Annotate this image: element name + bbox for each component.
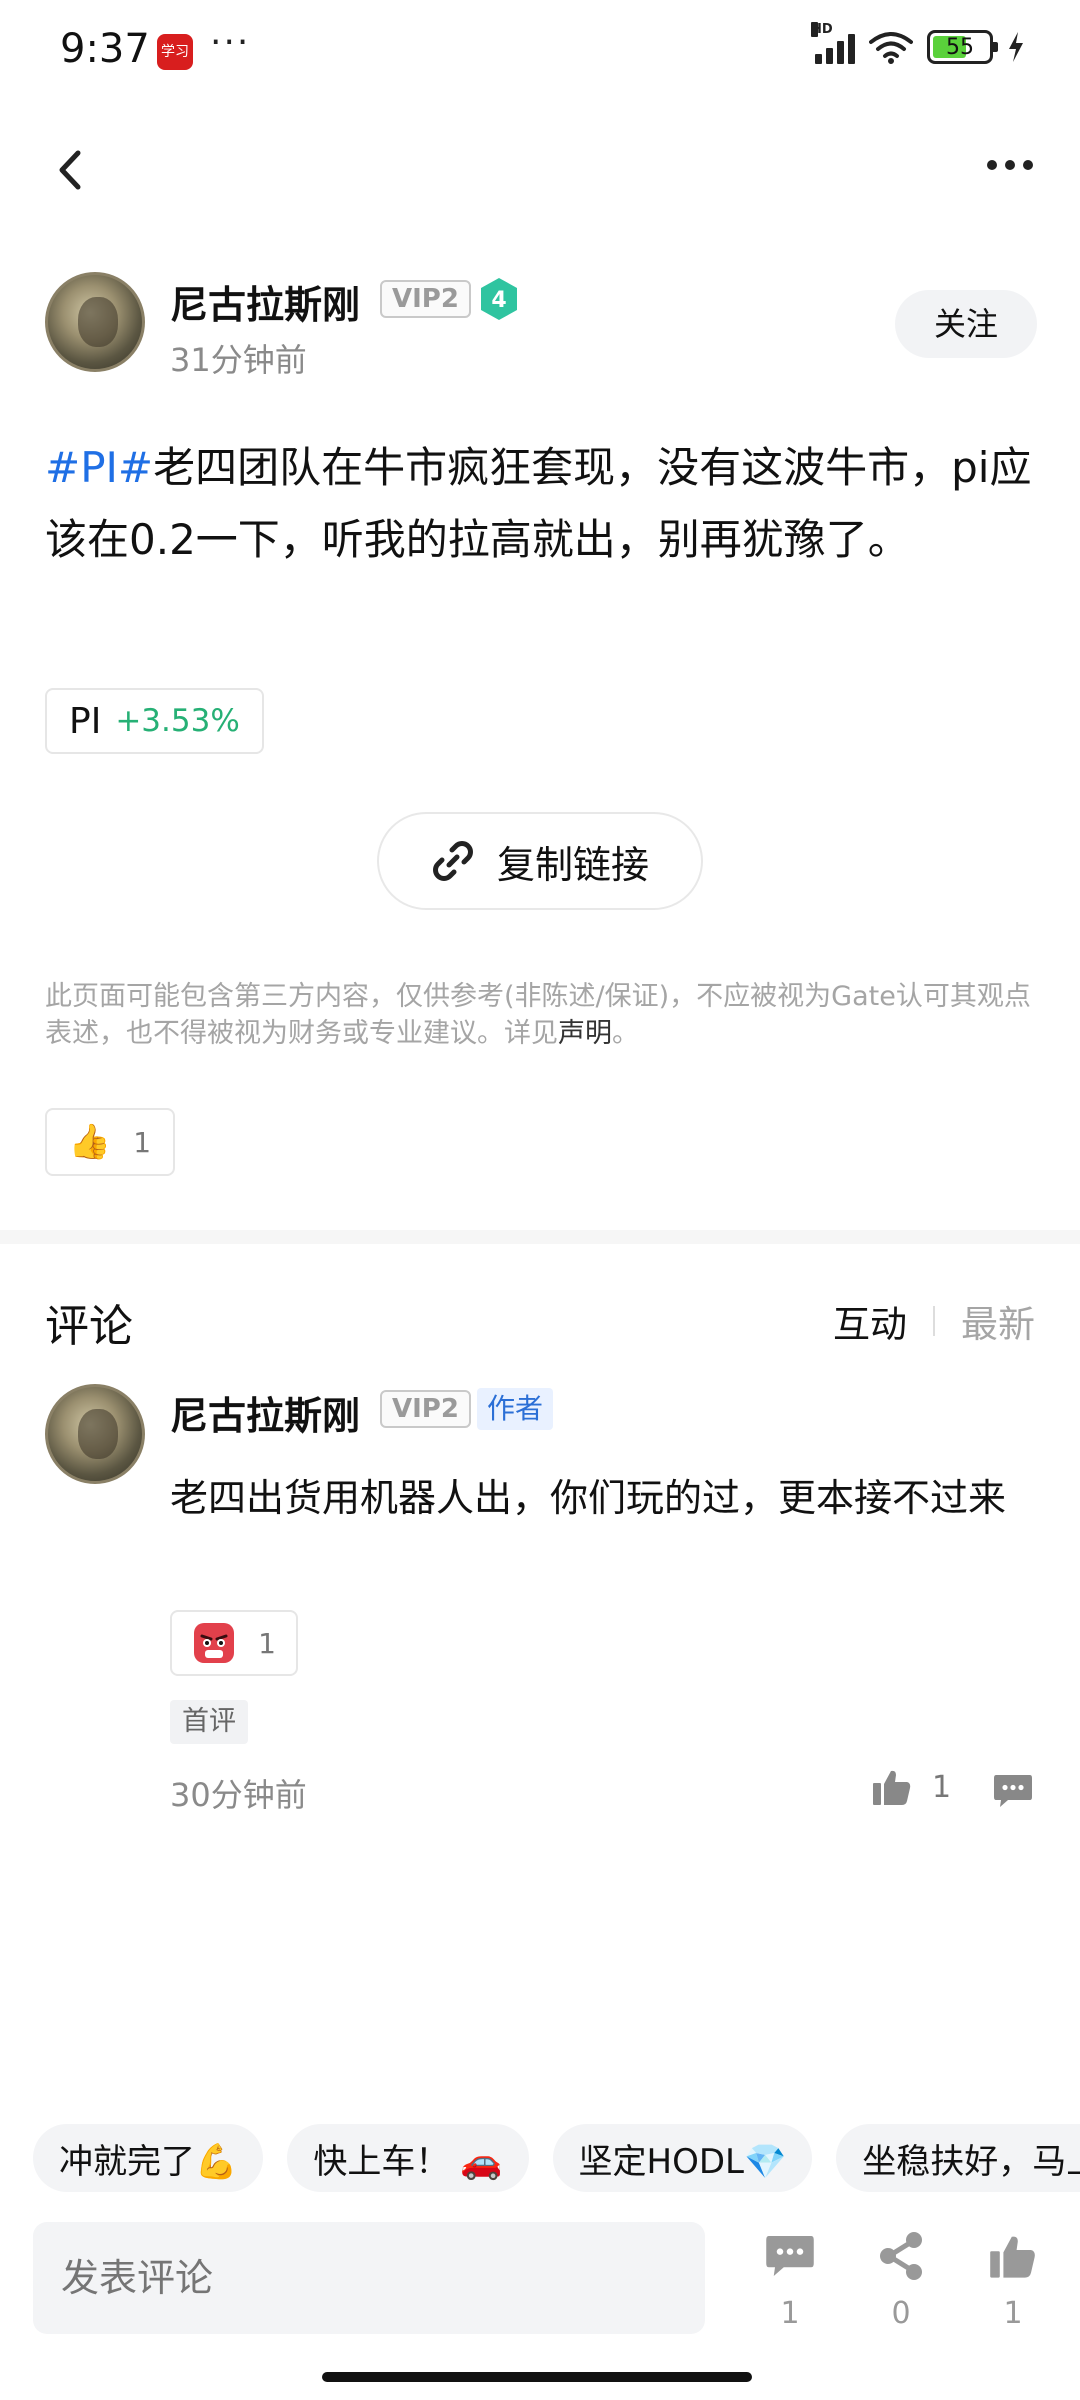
likes-count: 1 — [1003, 2296, 1023, 2331]
author-avatar[interactable] — [45, 272, 145, 372]
post-reaction-chip[interactable]: 👍 1 — [45, 1108, 175, 1176]
wifi-icon — [869, 32, 913, 64]
comments-action[interactable]: 1 — [755, 2226, 825, 2331]
follow-button[interactable]: 关注 — [895, 290, 1037, 358]
comment-bubble-icon — [766, 2236, 814, 2276]
comments-title: 评论 — [45, 1301, 133, 1352]
charging-icon — [1009, 32, 1023, 62]
quick-reply-row: 冲就完了💪 快上车！ 🚗 坚定HODL💎 坐稳扶好，马上起飞 — [33, 2124, 1080, 2192]
link-icon — [433, 841, 473, 881]
disclaimer-text: 此页面可能包含第三方内容，仅供参考(非陈述/保证)，不应被视为Gate认可其观点… — [45, 981, 1031, 1049]
svg-text:4: 4 — [491, 288, 506, 313]
copy-link-button[interactable]: 复制链接 — [377, 812, 703, 910]
more-dot-icon — [1005, 160, 1015, 170]
quick-reply-chip[interactable]: 坐稳扶好，马上起飞 — [836, 2124, 1080, 2192]
comment-reply-button[interactable] — [993, 1773, 1033, 1813]
comment-vip-badge: VIP2 — [380, 1390, 471, 1428]
level-badge: 4 — [479, 277, 519, 321]
comment-bubble-icon — [994, 1775, 1032, 1807]
more-notifications-icon: ··· — [210, 22, 251, 63]
battery-level: 55 — [946, 34, 974, 60]
comment-text: 老四出货用机器人出，你们玩的过，更本接不过来 — [170, 1476, 1007, 1520]
thumbs-up-icon — [873, 1770, 911, 1805]
comment-author-name[interactable]: 尼古拉斯刚 — [170, 1385, 360, 1440]
disclaimer-end: 。 — [612, 1018, 639, 1049]
post-reaction-count: 1 — [133, 1125, 152, 1159]
comment-like-button[interactable]: 1 — [872, 1768, 951, 1806]
more-options-button[interactable] — [980, 150, 1040, 180]
status-time: 9:37 — [60, 26, 150, 72]
comment-avatar[interactable] — [45, 1384, 145, 1484]
first-comment-tag: 首评 — [170, 1700, 248, 1744]
more-dot-icon — [987, 160, 997, 170]
comment-time: 30分钟前 — [170, 1776, 307, 1814]
share-action[interactable]: 0 — [866, 2226, 936, 2331]
comment-like-count: 1 — [932, 1769, 952, 1805]
post-content: #PI#老四团队在牛市疯狂套现，没有这波牛市，pi应该在0.2一下，听我的拉高就… — [45, 432, 1045, 576]
comment-reaction-count: 1 — [258, 1626, 276, 1660]
vip-badge: VIP2 — [380, 280, 471, 318]
status-indicators: HD 55 — [811, 22, 1025, 64]
back-button[interactable] — [50, 145, 90, 195]
disclaimer: 此页面可能包含第三方内容，仅供参考(非陈述/保证)，不应被视为Gate认可其观点… — [45, 978, 1045, 1052]
network-type: HD — [811, 22, 833, 37]
like-action[interactable]: 1 — [978, 2226, 1048, 2331]
copy-link-label: 复制链接 — [496, 842, 649, 887]
hashtag-link[interactable]: #PI# — [45, 443, 153, 492]
app-notification-icon: 学习 — [157, 34, 193, 70]
quick-reply-chip[interactable]: 冲就完了💪 — [33, 2124, 264, 2192]
author-tag: 作者 — [477, 1388, 554, 1430]
tab-separator — [933, 1306, 935, 1336]
shares-count: 0 — [891, 2296, 911, 2331]
comment-sort-tabs: 互动 最新 — [833, 1294, 1035, 1348]
comments-count: 1 — [780, 2296, 800, 2331]
battery-icon: 55 — [927, 30, 998, 64]
more-dot-icon — [1023, 160, 1033, 170]
comment-reaction-chip[interactable]: 1 — [170, 1610, 298, 1676]
disclaimer-statement-link[interactable]: 声明 — [558, 1018, 612, 1049]
angry-face-icon — [194, 1623, 235, 1663]
comment-input[interactable] — [33, 2222, 705, 2334]
thumbs-up-emoji-icon: 👍 — [68, 1122, 112, 1162]
ticker-chip[interactable]: PI +3.53% — [45, 688, 264, 754]
quick-reply-chip[interactable]: 快上车！ 🚗 — [287, 2124, 529, 2192]
thumbs-up-icon — [990, 2236, 1035, 2278]
ticker-symbol: PI — [69, 700, 102, 742]
level-shield-icon: 4 — [481, 278, 517, 320]
section-divider — [0, 1230, 1080, 1244]
author-name[interactable]: 尼古拉斯刚 — [170, 274, 360, 329]
post-time: 31分钟前 — [170, 341, 307, 379]
share-icon — [880, 2232, 922, 2280]
quick-reply-chip[interactable]: 坚定HODL💎 — [552, 2124, 813, 2192]
chevron-left-icon — [59, 150, 81, 190]
status-bar: 9:37 学习 ··· HD 55 — [0, 0, 1080, 100]
signal-icon: HD — [811, 22, 855, 64]
ticker-change: +3.53% — [115, 703, 240, 739]
home-indicator[interactable] — [322, 2372, 752, 2382]
tab-latest[interactable]: 最新 — [961, 1294, 1035, 1348]
tab-interaction[interactable]: 互动 — [833, 1294, 907, 1348]
post-text: 老四团队在牛市疯狂套现，没有这波牛市，pi应该在0.2一下，听我的拉高就出，别再… — [45, 443, 1032, 564]
